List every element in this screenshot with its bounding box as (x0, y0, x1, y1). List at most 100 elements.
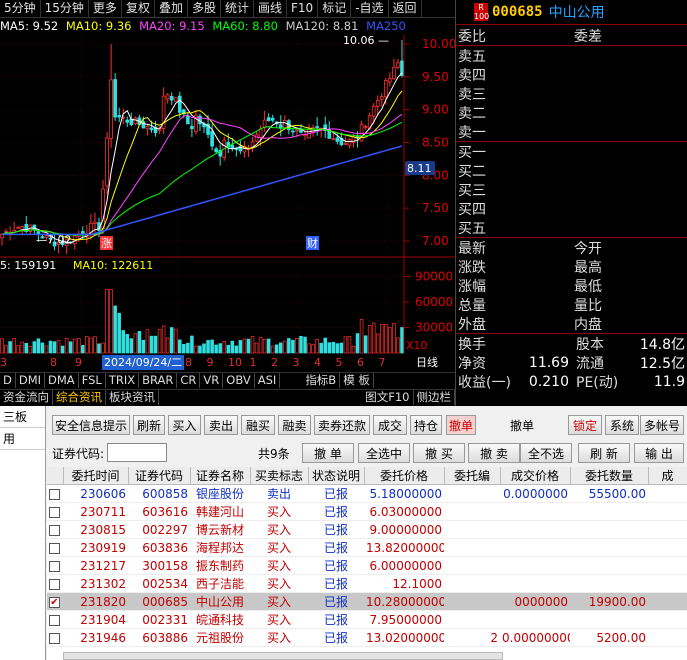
table-row[interactable]: 231904 002331 皖通科技 买入 已报 7.95000000 (47, 610, 687, 629)
col-header-8[interactable]: 委托数量 (570, 467, 649, 485)
info-tab-4[interactable]: 侧边栏 (414, 390, 455, 405)
indicator-tab-6[interactable]: CR (177, 373, 201, 388)
action-btn-5[interactable]: 刷 新 (578, 443, 630, 463)
row-checkbox-cell[interactable] (47, 502, 63, 521)
trade-btn-4[interactable]: 融买 (241, 415, 275, 435)
trade-btn-3[interactable]: 卖出 (204, 415, 238, 435)
trade-right-btn-2[interactable]: 多帐号 (640, 415, 684, 435)
table-row[interactable]: 230711 603616 韩建河山 买入 已报 6.03000000 (47, 502, 687, 521)
trade-btn-6[interactable]: 卖券还款 (314, 415, 370, 435)
info-tab-3[interactable]: 图文F10 (362, 390, 414, 405)
toolbar-item-8[interactable]: F10 (287, 0, 319, 17)
horizontal-scrollbar[interactable] (63, 652, 503, 660)
table-row[interactable]: 231302 002534 西子洁能 买入 已报 12.1000 (47, 574, 687, 593)
indicator-tab-5[interactable]: BRAR (139, 373, 178, 388)
action-btn-1[interactable]: 全选中 (358, 443, 410, 463)
trade-right-btn-0[interactable]: 锁定 (568, 415, 602, 435)
row-checkbox-cell[interactable] (47, 556, 63, 575)
info-tab-0[interactable]: 资金流向 (0, 390, 53, 405)
kline-chart[interactable]: 10.009.509.008.508.007.507.008.1110.06 —… (0, 35, 455, 357)
col-header-0[interactable]: 委托时间 (63, 467, 129, 485)
table-row[interactable]: ✔ 231820 000685 中山公用 买入 已报 10.28000000 0000000 1… (47, 592, 687, 611)
indicator-tab-7[interactable]: VR (200, 373, 224, 388)
trade-btn-8[interactable]: 持仓 (410, 415, 442, 435)
indicator-tab-0[interactable]: D (0, 373, 16, 388)
trade-btn-1[interactable]: 刷新 (133, 415, 165, 435)
left-nav-item-1[interactable]: 用 (0, 428, 45, 450)
toolbar-item-0[interactable]: 5分钟 (0, 0, 41, 17)
row-checkbox[interactable] (49, 524, 60, 536)
col-header-4[interactable]: 状态说明 (308, 467, 365, 485)
col-header-2[interactable]: 证券名称 (190, 467, 251, 485)
trade-btn-2[interactable]: 买入 (168, 415, 201, 435)
info-tab-2[interactable]: 板块资讯 (106, 390, 159, 405)
table-row[interactable]: 230815 002297 博云新材 买入 已报 9.00000000 (47, 520, 687, 539)
indicator-tab-1[interactable]: DMI (16, 373, 46, 388)
row-checkbox[interactable] (49, 578, 60, 590)
toolbar-item-1[interactable]: 15分钟 (41, 0, 89, 17)
row-checkbox-cell[interactable] (47, 574, 63, 593)
cell-price: 6.03000000 (364, 502, 444, 521)
table-row[interactable]: 231217 300158 振东制药 买入 已报 6.00000000 (47, 556, 687, 575)
col-header-3[interactable]: 买卖标志 (250, 467, 309, 485)
toolbar-item-11[interactable]: 返回 (389, 0, 422, 17)
row-checkbox[interactable] (49, 632, 60, 644)
row-checkbox[interactable] (49, 488, 60, 500)
indicator-tab-8[interactable]: OBV (223, 373, 255, 388)
toolbar-item-3[interactable]: 复权 (122, 0, 155, 17)
table-row[interactable]: 230919 603836 海程邦达 买入 已报 13.82000000 (47, 538, 687, 557)
trade-btn-5[interactable]: 融卖 (278, 415, 311, 435)
toolbar-item-7[interactable]: 画线 (254, 0, 288, 17)
row-checkbox-cell[interactable]: ✔ (47, 592, 63, 611)
row-checkbox-cell[interactable] (47, 484, 63, 503)
row-checkbox[interactable] (49, 560, 60, 572)
col-header-6[interactable]: 委托编 (444, 467, 501, 485)
col-header-1[interactable]: 证券代码 (128, 467, 191, 485)
action-btn-2[interactable]: 撤 买 (413, 443, 465, 463)
period-label[interactable]: 日线 (416, 355, 438, 370)
left-nav-item-0[interactable]: 三板 (0, 406, 45, 428)
cell-price: 6.00000000 (364, 556, 444, 575)
toolbar-item-10[interactable]: -自选 (351, 0, 389, 17)
trade-btn-0[interactable]: 安全信息提示 (52, 415, 130, 435)
action-btn-6[interactable]: 输 出 (634, 443, 684, 463)
toolbar-item-9[interactable]: 标记 (318, 0, 352, 17)
indicator-tab-10[interactable]: 指标B (302, 373, 341, 388)
trade-btn-9[interactable]: 撤单 (446, 415, 476, 435)
row-checkbox-cell[interactable] (47, 538, 63, 557)
indicator-tab-4[interactable]: TRIX (106, 373, 140, 388)
cell-side: 买入 (250, 556, 308, 575)
trade-btn-7[interactable]: 成交 (373, 415, 407, 435)
table-row[interactable]: 230606 600858 银座股份 卖出 已报 5.18000000 0.0000000 5… (47, 484, 687, 503)
volume-bar (380, 323, 384, 354)
cell-price: 13.82000000 (364, 538, 444, 557)
row-checkbox[interactable] (49, 542, 60, 554)
toolbar-item-6[interactable]: 统计 (221, 0, 254, 17)
action-btn-0[interactable]: 撤 单 (302, 443, 354, 463)
code-input[interactable] (107, 443, 167, 462)
row-checkbox-cell[interactable] (47, 610, 63, 629)
row-checkbox[interactable] (49, 614, 60, 626)
col-header-5[interactable]: 委托价格 (364, 467, 445, 485)
row-checkbox-cell[interactable] (47, 520, 63, 539)
indicator-tab-3[interactable]: FSL (79, 373, 106, 388)
toolbar-item-2[interactable]: 更多 (89, 0, 122, 17)
trade-right-btn-1[interactable]: 系统 (605, 415, 639, 435)
action-btn-4[interactable]: 全不选 (520, 443, 572, 463)
row-checkbox[interactable] (49, 506, 60, 518)
indicator-tab-2[interactable]: DMA (45, 373, 79, 388)
table-row[interactable]: 231946 603886 元祖股份 买入 已报 13.02000000 2 0.000000… (47, 628, 687, 647)
row-checkbox-cell[interactable] (47, 628, 63, 647)
col-header-7[interactable]: 成交价格 (500, 467, 571, 485)
row-checkbox[interactable]: ✔ (49, 596, 60, 608)
vol-unit: X10 (406, 339, 428, 352)
toolbar-item-4[interactable]: 叠加 (155, 0, 188, 17)
indicator-tab-11[interactable]: 模 板 (340, 373, 374, 388)
candle-body (165, 94, 170, 100)
indicator-tab-9[interactable]: ASI (255, 373, 281, 388)
cell-code: 002297 (128, 520, 190, 539)
info-tab-1[interactable]: 综合资讯 (53, 390, 106, 405)
action-btn-3[interactable]: 撤 卖 (468, 443, 520, 463)
col-header-9[interactable]: 成 (648, 467, 687, 485)
toolbar-item-5[interactable]: 多股 (188, 0, 221, 17)
